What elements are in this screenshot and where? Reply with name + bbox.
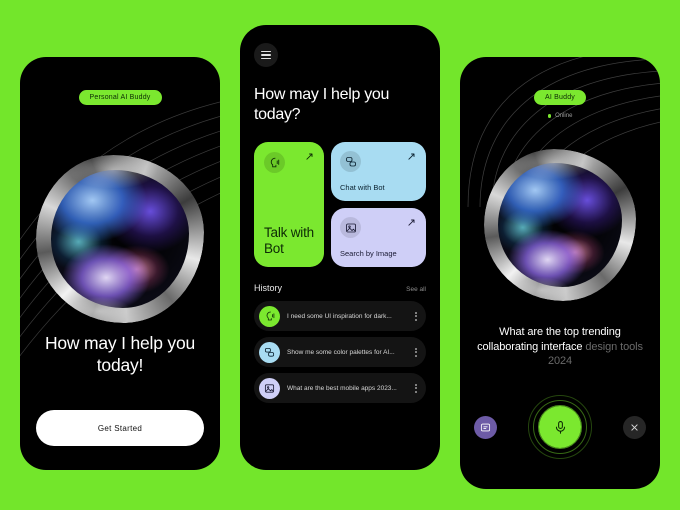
voice-profile-icon (259, 305, 280, 327)
poster-canvas: Personal AI Buddy How may I help you tod… (0, 0, 680, 510)
history-item[interactable]: Show me some color palettes for AI... (254, 337, 426, 368)
ai-buddy-badge: AI Buddy (533, 90, 586, 105)
card-label: Search by Image (340, 248, 397, 258)
card-chat-with-bot[interactable]: ↗ Chat with Bot (331, 142, 426, 202)
card-search-by-image[interactable]: ↗ Search by Image (331, 208, 426, 268)
status-label: Online (555, 113, 573, 119)
card-arrow-icon: ↗ (406, 151, 416, 164)
history-item-text: What are the best mobile apps 2023... (287, 384, 397, 392)
microphone-control (528, 395, 592, 459)
voice-transcript: What are the top trending collaborating … (472, 325, 648, 369)
personal-ai-buddy-badge: Personal AI Buddy (78, 90, 162, 105)
card-label: Chat with Bot (340, 182, 385, 192)
hamburger-menu-button[interactable] (254, 43, 278, 67)
status-dot-icon (547, 114, 552, 118)
get-started-button[interactable]: Get Started (36, 410, 204, 446)
image-icon (340, 217, 361, 239)
history-item-text: I need some UI inspiration for dark... (287, 312, 392, 320)
history-header: History See all (254, 283, 426, 293)
phone-screen-voice: AI Buddy Online What are the top trendin… (460, 57, 660, 489)
home-heading: How may I help you today? (254, 86, 390, 124)
microphone-icon (555, 420, 565, 434)
status-badge: Online (460, 113, 660, 119)
voice-profile-icon (264, 152, 285, 174)
more-options-icon[interactable] (413, 384, 417, 393)
card-label: Talk with Bot (264, 224, 314, 257)
more-options-icon[interactable] (413, 348, 417, 357)
microphone-button[interactable] (539, 406, 581, 448)
chat-bubbles-icon (259, 341, 280, 363)
ai-orb-visual (484, 149, 636, 301)
card-arrow-icon: ↗ (406, 217, 416, 230)
close-icon (631, 423, 638, 431)
card-talk-with-bot[interactable]: ↗ Talk with Bot (254, 142, 324, 268)
image-icon (259, 377, 280, 399)
history-see-all-link[interactable]: See all (406, 286, 426, 293)
action-cards: ↗ Talk with Bot ↗ Chat with Bot ↗ Search… (254, 142, 426, 268)
badge-container: AI Buddy (460, 90, 660, 105)
chat-bubbles-icon (340, 151, 361, 173)
phone-screen-home: How may I help you today? ↗ Talk with Bo… (240, 25, 440, 470)
voice-controls (460, 395, 660, 459)
more-options-icon[interactable] (413, 312, 417, 321)
history-title: History (254, 283, 283, 294)
history-item[interactable]: I need some UI inspiration for dark... (254, 301, 426, 332)
history-item-text: Show me some color palettes for AI... (287, 348, 395, 356)
phone-screen-onboarding: Personal AI Buddy How may I help you tod… (20, 57, 220, 470)
history-list: I need some UI inspiration for dark... S… (254, 301, 426, 404)
card-arrow-icon: ↗ (304, 151, 314, 164)
ai-orb-visual (36, 155, 204, 323)
keyboard-input-button[interactable] (474, 415, 497, 439)
badge-container: Personal AI Buddy (20, 90, 220, 105)
history-item[interactable]: What are the best mobile apps 2023... (254, 373, 426, 404)
orb-highlight (484, 149, 636, 301)
close-button[interactable] (623, 415, 646, 439)
hamburger-menu-icon (261, 49, 271, 61)
onboarding-headline: How may I help you today! (44, 333, 196, 376)
keyboard-message-icon (480, 423, 491, 431)
orb-highlight (36, 155, 204, 323)
